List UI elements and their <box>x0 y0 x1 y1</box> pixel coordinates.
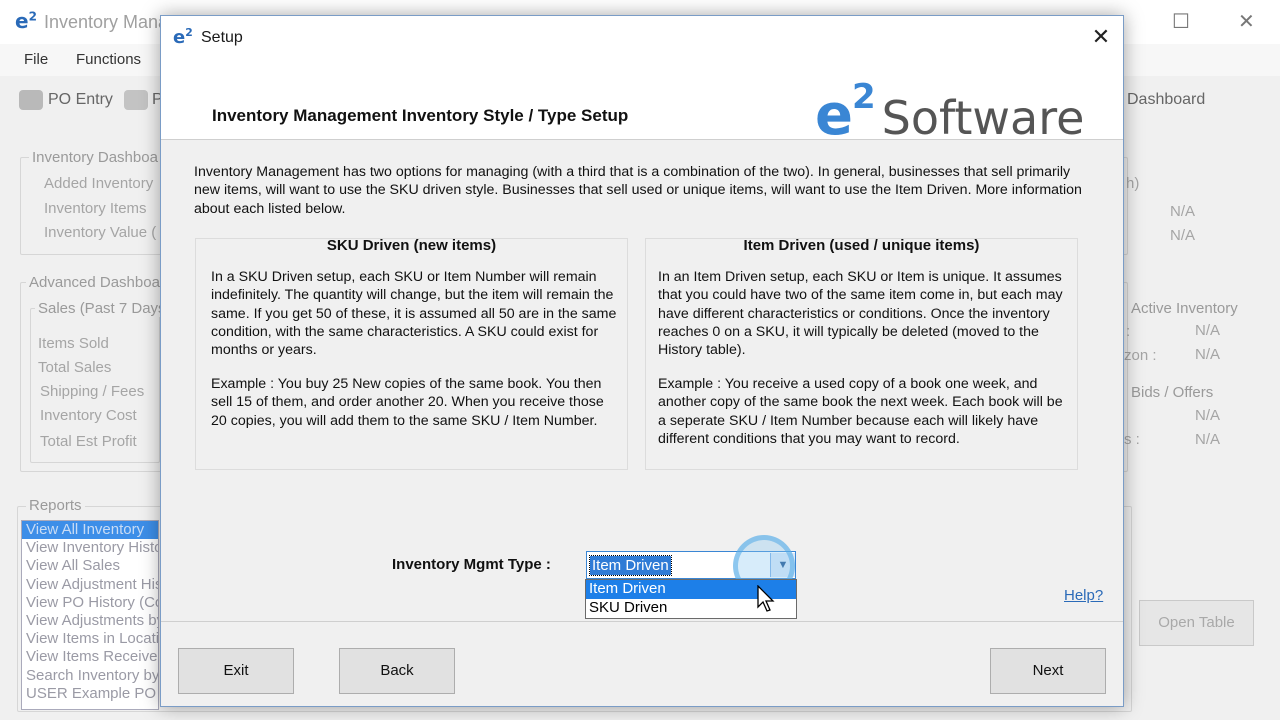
item-driven-panel: Item Driven (used / unique items) In an … <box>645 237 1078 470</box>
list-item[interactable]: View All Sales <box>22 557 158 575</box>
main-window-title: Inventory Mana <box>44 12 169 32</box>
reports-title: Reports <box>26 497 85 514</box>
close-icon[interactable]: ✕ <box>1089 25 1113 49</box>
inventory-items-label: Inventory Items <box>44 200 147 217</box>
bids-offers-title: Bids / Offers <box>1128 384 1217 401</box>
brand-logo: e2 Software <box>815 77 1085 153</box>
inventory-mgmt-type-label: Inventory Mgmt Type : <box>392 556 551 573</box>
list-item[interactable]: View Items in Locati <box>22 630 158 648</box>
items-sold-label: Items Sold <box>38 335 109 352</box>
sku-driven-panel: SKU Driven (new items) In a SKU Driven s… <box>195 237 628 470</box>
sales-group-title: Sales (Past 7 Days <box>35 300 169 317</box>
brand-software: Software <box>881 91 1085 145</box>
sku-driven-example: Example : You buy 25 New copies of the s… <box>211 376 604 429</box>
item-driven-example: Example : You receive a used copy of a b… <box>658 376 1063 447</box>
setup-dialog: e2 Setup ✕ Inventory Management Inventor… <box>160 15 1124 707</box>
intro-text: Inventory Management has two options for… <box>194 164 1082 217</box>
back-button[interactable]: Back <box>339 648 455 694</box>
help-link[interactable]: Help? <box>1064 587 1103 604</box>
bids-offers-label: s : <box>1124 431 1140 448</box>
main-close-button[interactable]: ✕ <box>1238 9 1255 34</box>
list-item[interactable]: View All Inventory <box>22 521 158 540</box>
list-item[interactable]: View Items Receive <box>22 648 158 666</box>
active-inventory-value: N/A <box>1195 346 1221 363</box>
toolbar-item-icon <box>124 90 148 110</box>
bids-offers-value: N/A <box>1195 407 1221 424</box>
inventory-dashboard-right-label: h) <box>1126 175 1140 192</box>
sku-driven-title: SKU Driven (new items) <box>326 237 497 254</box>
shipping-fees-label: Shipping / Fees <box>40 383 145 400</box>
app-logo-icon: e2 <box>15 9 37 33</box>
total-est-profit-label: Total Est Profit <box>40 433 137 450</box>
po-entry-button[interactable]: PO Entry <box>48 91 113 109</box>
select-value: Item Driven <box>589 555 672 576</box>
inventory-cost-label: Inventory Cost <box>40 407 137 424</box>
list-item[interactable]: USER Example PO <box>22 685 158 703</box>
inventory-dashboard-title: Inventory Dashboa <box>29 149 161 166</box>
added-inventory-label: Added Inventory <box>44 175 154 192</box>
exit-button[interactable]: Exit <box>178 648 294 694</box>
list-item[interactable]: View Adjustment His <box>22 576 158 594</box>
open-table-button[interactable]: Open Table <box>1139 600 1254 646</box>
active-inventory-value: N/A <box>1195 322 1221 339</box>
next-button[interactable]: Next <box>990 648 1106 694</box>
reports-list[interactable]: View All Inventory View Inventory Histo … <box>21 520 159 710</box>
app-logo-icon: e2 <box>173 26 193 48</box>
total-sales-label: Total Sales <box>38 359 112 376</box>
maximize-button[interactable]: ☐ <box>1172 9 1190 34</box>
list-item[interactable]: Search Inventory by <box>22 667 158 685</box>
active-inventory-label: zon : <box>1124 347 1157 364</box>
po-entry-icon <box>19 90 43 110</box>
dialog-header: Inventory Management Inventory Style / T… <box>161 60 1123 148</box>
list-item[interactable]: View PO History (Co <box>22 594 158 612</box>
bids-offers-value: N/A <box>1195 431 1221 448</box>
list-item[interactable]: View Inventory Histo <box>22 539 158 557</box>
sku-driven-description: In a SKU Driven setup, each SKU or Item … <box>211 269 617 359</box>
brand-sup: 2 <box>851 77 876 117</box>
dashboard-value: N/A <box>1170 227 1196 244</box>
advanced-dashboard-title: Advanced Dashboa <box>26 274 163 291</box>
dialog-title: Setup <box>201 29 243 46</box>
menu-file[interactable]: File <box>24 51 48 68</box>
dashboard-value: N/A <box>1170 203 1196 220</box>
header-title: Inventory Management Inventory Style / T… <box>212 106 629 125</box>
list-item[interactable]: View Adjustments by <box>22 612 158 630</box>
active-inventory-title: Active Inventory <box>1128 300 1241 317</box>
item-driven-title: Item Driven (used / unique items) <box>743 237 980 254</box>
footer-divider <box>161 621 1123 622</box>
dashboard-button[interactable]: Dashboard <box>1127 91 1205 109</box>
dialog-titlebar: e2 Setup ✕ <box>161 16 1123 60</box>
mouse-cursor-icon <box>757 585 775 612</box>
menu-functions[interactable]: Functions <box>76 51 141 68</box>
active-inventory-label: : <box>1126 323 1131 340</box>
brand-e: e <box>815 83 853 148</box>
inventory-value-label: Inventory Value ( <box>44 224 157 241</box>
item-driven-description: In an Item Driven setup, each SKU or Ite… <box>658 269 1063 359</box>
